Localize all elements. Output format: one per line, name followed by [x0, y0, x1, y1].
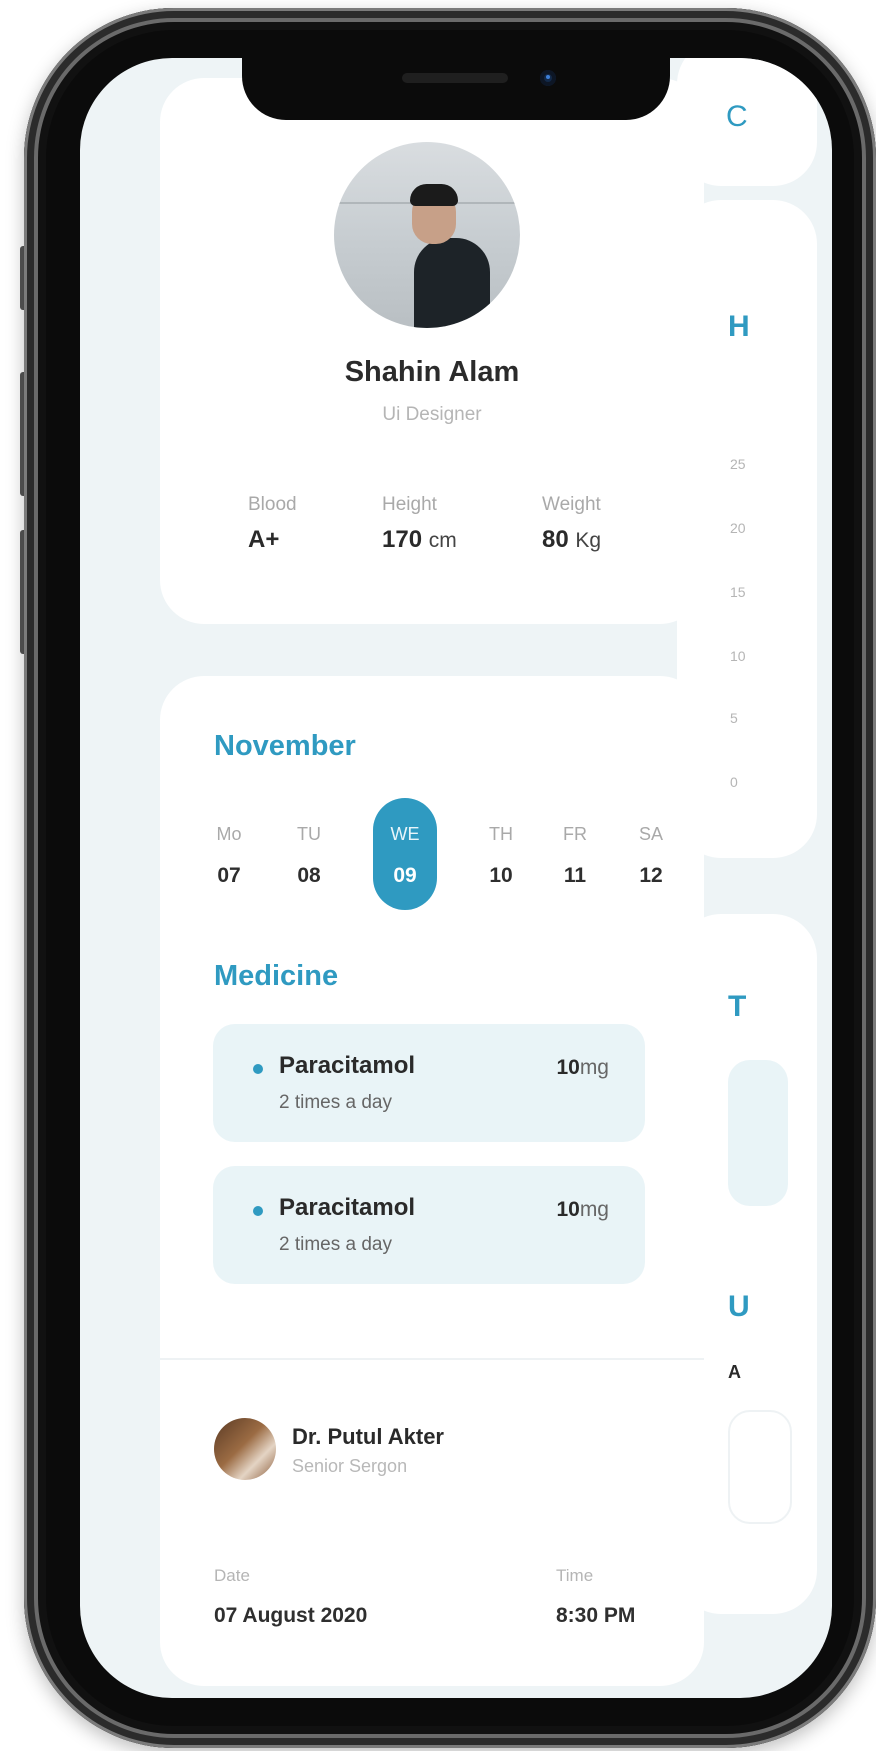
stat-height-value: 170 cm: [382, 526, 457, 553]
day-number[interactable]: 12: [626, 864, 676, 888]
stat-weight-value: 80 Kg: [542, 526, 602, 553]
stat-height-label: Height: [382, 494, 437, 515]
profile-name: Shahin Alam: [344, 356, 520, 388]
time-label: Time: [556, 1566, 594, 1585]
speaker-grille: [402, 73, 508, 83]
day-number[interactable]: 08: [284, 864, 334, 888]
front-camera-icon: [540, 70, 556, 86]
upcoming-item-peek[interactable]: [728, 1410, 792, 1524]
medicine-dose: 10mg: [556, 1198, 609, 1221]
bullet-dot-icon: [253, 1206, 263, 1216]
time-value: 8:30 PM: [556, 1604, 636, 1627]
axis-tick: 5: [730, 710, 738, 726]
day-name[interactable]: TU: [284, 824, 334, 845]
medicine-item[interactable]: Paracitamol 2 times a day 10mg: [213, 1166, 645, 1284]
tests-card-peek-title: T: [728, 990, 747, 1023]
day-name-selected[interactable]: WE: [380, 824, 430, 845]
day-number[interactable]: 11: [550, 864, 600, 888]
doctor-role: Senior Sergon: [292, 1456, 408, 1476]
medicine-item[interactable]: Paracitamol 2 times a day 10mg: [213, 1024, 645, 1142]
test-item-peek[interactable]: [728, 1060, 788, 1206]
search-card-peek-text: C: [726, 100, 748, 133]
avatar[interactable]: [334, 142, 520, 328]
stat-blood-value: A+: [248, 526, 280, 553]
app-screen: C H 25 20 15 10 5 0 T U A Shahin Alam Ui…: [80, 58, 832, 1698]
medicine-frequency: 2 times a day: [279, 1234, 392, 1255]
medicine-frequency: 2 times a day: [279, 1092, 392, 1113]
health-card-peek-title: H: [728, 310, 750, 343]
date-label: Date: [214, 1566, 250, 1585]
axis-tick: 20: [730, 520, 746, 536]
upcoming-peek-subtitle: A: [728, 1362, 741, 1382]
day-number[interactable]: 10: [476, 864, 526, 888]
stat-weight-label: Weight: [542, 494, 601, 515]
axis-tick: 0: [730, 774, 738, 790]
day-name[interactable]: Mo: [204, 824, 254, 845]
day-name[interactable]: SA: [626, 824, 676, 845]
day-name[interactable]: TH: [476, 824, 526, 845]
profile-role: Ui Designer: [382, 404, 482, 425]
date-value: 07 August 2020: [214, 1604, 368, 1627]
axis-tick: 15: [730, 584, 746, 600]
section-divider: [160, 1358, 704, 1360]
doctor-avatar[interactable]: [214, 1418, 276, 1480]
day-selected-highlight[interactable]: [373, 798, 437, 910]
medicine-name: Paracitamol: [279, 1194, 416, 1221]
medicine-name: Paracitamol: [279, 1052, 416, 1079]
day-number-selected[interactable]: 09: [380, 864, 430, 888]
axis-tick: 10: [730, 648, 746, 664]
stat-blood-label: Blood: [248, 494, 297, 515]
medicine-dose: 10mg: [556, 1056, 609, 1079]
bullet-dot-icon: [253, 1064, 263, 1074]
day-name[interactable]: FR: [550, 824, 600, 845]
phone-notch: [242, 58, 670, 120]
day-number[interactable]: 07: [204, 864, 254, 888]
medicine-section-title: Medicine: [214, 960, 339, 992]
doctor-name[interactable]: Dr. Putul Akter: [292, 1424, 444, 1450]
upcoming-peek-title: U: [728, 1290, 750, 1323]
axis-tick: 25: [730, 456, 746, 472]
calendar-month-title: November: [214, 730, 356, 762]
